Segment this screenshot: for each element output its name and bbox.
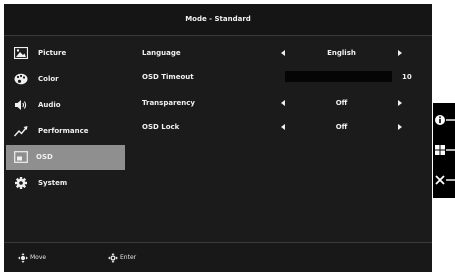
sidebar-item-label: Picture (38, 49, 67, 57)
sidebar: Picture Color Audio Performance OSD Syst… (4, 36, 125, 242)
setting-row-transparency[interactable]: Transparency Off (135, 93, 420, 113)
language-label: Language (142, 49, 181, 57)
info-hotkey[interactable] (433, 107, 455, 133)
sidebar-item-label: Audio (38, 101, 61, 109)
close-hotkey[interactable] (433, 167, 455, 193)
sidebar-item-label: Performance (38, 127, 89, 135)
sidebar-item-audio[interactable]: Audio (6, 93, 125, 118)
mode-title: Mode - Standard (185, 15, 251, 23)
sidebar-item-label: System (38, 179, 68, 187)
osd-lock-value: Off (335, 123, 348, 131)
setting-row-osd-timeout[interactable]: OSD Timeout 10 (135, 67, 420, 87)
gear-icon (15, 177, 27, 189)
move-joystick-icon (18, 253, 28, 263)
enter-label: Enter (120, 254, 137, 261)
osd-timeout-slider[interactable] (285, 71, 392, 82)
title-bar: Mode - Standard (4, 4, 432, 36)
grid-hotkey[interactable] (433, 137, 455, 163)
setting-row-language[interactable]: Language English (135, 43, 420, 63)
performance-icon (14, 126, 28, 137)
speaker-icon (15, 100, 27, 110)
sidebar-item-picture[interactable]: Picture (6, 41, 125, 66)
osd-icon (14, 151, 28, 163)
footer-hints: Move Enter (4, 242, 432, 272)
close-icon (435, 175, 455, 185)
sidebar-item-label: OSD (36, 153, 53, 161)
osd-menu-window: Mode - Standard Picture Color Audio Perf… (4, 4, 432, 272)
osd-lock-label: OSD Lock (142, 123, 180, 131)
sidebar-item-system[interactable]: System (6, 171, 125, 196)
move-label: Move (30, 254, 47, 261)
transparency-label: Transparency (142, 99, 195, 107)
sidebar-item-label: Color (38, 75, 59, 83)
osd-timeout-value: 10 (402, 73, 412, 81)
setting-row-osd-lock[interactable]: OSD Lock Off (135, 117, 420, 137)
enter-joystick-icon (108, 253, 118, 263)
sidebar-item-performance[interactable]: Performance (6, 119, 125, 144)
picture-icon (14, 47, 28, 59)
arrow-right-icon[interactable] (398, 50, 402, 56)
arrow-right-icon[interactable] (398, 100, 402, 106)
language-value: English (327, 49, 356, 57)
sidebar-item-color[interactable]: Color (6, 67, 125, 92)
info-icon (435, 115, 455, 125)
hotkey-panel (433, 103, 455, 198)
color-palette-icon (14, 73, 28, 85)
sidebar-item-osd[interactable]: OSD (6, 145, 125, 170)
osd-timeout-label: OSD Timeout (142, 73, 194, 81)
transparency-value: Off (335, 99, 348, 107)
arrow-right-icon[interactable] (398, 124, 402, 130)
grid-icon (435, 145, 455, 155)
